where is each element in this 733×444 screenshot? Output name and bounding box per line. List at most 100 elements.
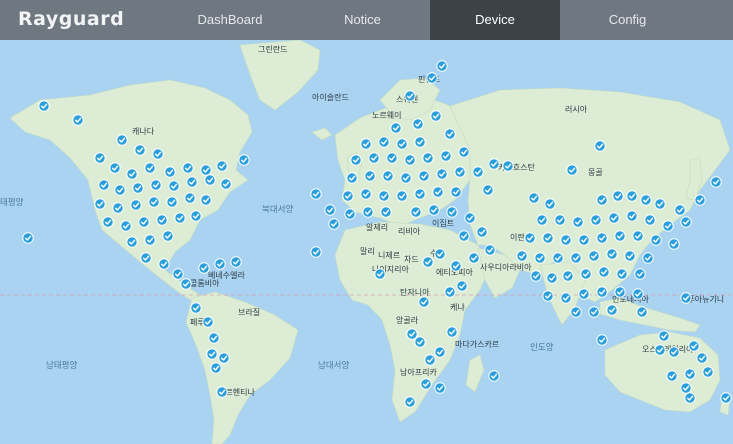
check-marker-icon[interactable] — [126, 168, 138, 180]
check-marker-icon[interactable] — [436, 60, 448, 72]
check-marker-icon[interactable] — [202, 316, 214, 328]
check-marker-icon[interactable] — [422, 256, 434, 268]
check-marker-icon[interactable] — [404, 90, 416, 102]
check-marker-icon[interactable] — [484, 244, 496, 256]
check-marker-icon[interactable] — [430, 110, 442, 122]
check-marker-icon[interactable] — [482, 184, 494, 196]
check-marker-icon[interactable] — [182, 162, 194, 174]
check-marker-icon[interactable] — [688, 340, 700, 352]
check-marker-icon[interactable] — [668, 238, 680, 250]
check-marker-icon[interactable] — [588, 250, 600, 262]
check-marker-icon[interactable] — [536, 214, 548, 226]
check-marker-icon[interactable] — [668, 346, 680, 358]
check-marker-icon[interactable] — [396, 138, 408, 150]
check-marker-icon[interactable] — [578, 234, 590, 246]
check-marker-icon[interactable] — [112, 202, 124, 214]
check-marker-icon[interactable] — [362, 206, 374, 218]
check-marker-icon[interactable] — [596, 286, 608, 298]
check-marker-icon[interactable] — [426, 72, 438, 84]
check-marker-icon[interactable] — [570, 252, 582, 264]
check-marker-icon[interactable] — [624, 250, 636, 262]
check-marker-icon[interactable] — [310, 246, 322, 258]
check-marker-icon[interactable] — [144, 162, 156, 174]
check-marker-icon[interactable] — [360, 188, 372, 200]
check-marker-icon[interactable] — [400, 172, 412, 184]
check-marker-icon[interactable] — [172, 268, 184, 280]
check-marker-icon[interactable] — [378, 190, 390, 202]
check-marker-icon[interactable] — [614, 286, 626, 298]
check-marker-icon[interactable] — [476, 226, 488, 238]
check-marker-icon[interactable] — [450, 260, 462, 272]
check-marker-icon[interactable] — [414, 136, 426, 148]
check-marker-icon[interactable] — [662, 220, 674, 232]
check-marker-icon[interactable] — [72, 114, 84, 126]
tab-notice[interactable]: Notice — [295, 0, 430, 40]
check-marker-icon[interactable] — [186, 176, 198, 188]
check-marker-icon[interactable] — [606, 304, 618, 316]
check-marker-icon[interactable] — [418, 296, 430, 308]
check-marker-icon[interactable] — [554, 214, 566, 226]
check-marker-icon[interactable] — [180, 278, 192, 290]
check-marker-icon[interactable] — [530, 270, 542, 282]
check-marker-icon[interactable] — [450, 186, 462, 198]
check-marker-icon[interactable] — [378, 136, 390, 148]
check-marker-icon[interactable] — [404, 154, 416, 166]
tab-device[interactable]: Device — [430, 0, 560, 40]
check-marker-icon[interactable] — [132, 182, 144, 194]
check-marker-icon[interactable] — [368, 152, 380, 164]
check-marker-icon[interactable] — [680, 292, 692, 304]
check-marker-icon[interactable] — [324, 204, 336, 216]
check-marker-icon[interactable] — [710, 176, 722, 188]
check-marker-icon[interactable] — [534, 252, 546, 264]
check-marker-icon[interactable] — [616, 268, 628, 280]
check-marker-icon[interactable] — [650, 234, 662, 246]
check-marker-icon[interactable] — [456, 280, 468, 292]
check-marker-icon[interactable] — [150, 179, 162, 191]
check-marker-icon[interactable] — [102, 216, 114, 228]
check-marker-icon[interactable] — [580, 268, 592, 280]
check-marker-icon[interactable] — [116, 134, 128, 146]
check-marker-icon[interactable] — [578, 288, 590, 300]
check-marker-icon[interactable] — [342, 190, 354, 202]
check-marker-icon[interactable] — [546, 272, 558, 284]
check-marker-icon[interactable] — [626, 210, 638, 222]
check-marker-icon[interactable] — [216, 386, 228, 398]
check-marker-icon[interactable] — [596, 194, 608, 206]
check-marker-icon[interactable] — [694, 194, 706, 206]
check-marker-icon[interactable] — [434, 382, 446, 394]
check-marker-icon[interactable] — [148, 196, 160, 208]
check-marker-icon[interactable] — [446, 206, 458, 218]
check-marker-icon[interactable] — [206, 348, 218, 360]
check-marker-icon[interactable] — [346, 172, 358, 184]
rayguard-logo[interactable]: Rayguard — [18, 8, 124, 30]
check-marker-icon[interactable] — [606, 248, 618, 260]
check-marker-icon[interactable] — [380, 206, 392, 218]
check-marker-icon[interactable] — [344, 208, 356, 220]
check-marker-icon[interactable] — [642, 252, 654, 264]
check-marker-icon[interactable] — [440, 150, 452, 162]
check-marker-icon[interactable] — [634, 268, 646, 280]
check-marker-icon[interactable] — [432, 186, 444, 198]
check-marker-icon[interactable] — [702, 366, 714, 378]
check-marker-icon[interactable] — [436, 168, 448, 180]
check-marker-icon[interactable] — [404, 396, 416, 408]
check-marker-icon[interactable] — [310, 188, 322, 200]
check-marker-icon[interactable] — [406, 328, 418, 340]
check-marker-icon[interactable] — [598, 266, 610, 278]
check-marker-icon[interactable] — [220, 178, 232, 190]
check-marker-icon[interactable] — [144, 234, 156, 246]
check-marker-icon[interactable] — [162, 230, 174, 242]
check-marker-icon[interactable] — [428, 204, 440, 216]
check-marker-icon[interactable] — [502, 160, 514, 172]
check-marker-icon[interactable] — [444, 286, 456, 298]
check-marker-icon[interactable] — [594, 140, 606, 152]
check-marker-icon[interactable] — [184, 192, 196, 204]
check-marker-icon[interactable] — [386, 152, 398, 164]
check-marker-icon[interactable] — [200, 194, 212, 206]
check-marker-icon[interactable] — [328, 218, 340, 230]
check-marker-icon[interactable] — [374, 268, 386, 280]
tab-config[interactable]: Config — [560, 0, 695, 40]
check-marker-icon[interactable] — [38, 100, 50, 112]
check-marker-icon[interactable] — [230, 256, 242, 268]
check-marker-icon[interactable] — [22, 232, 34, 244]
